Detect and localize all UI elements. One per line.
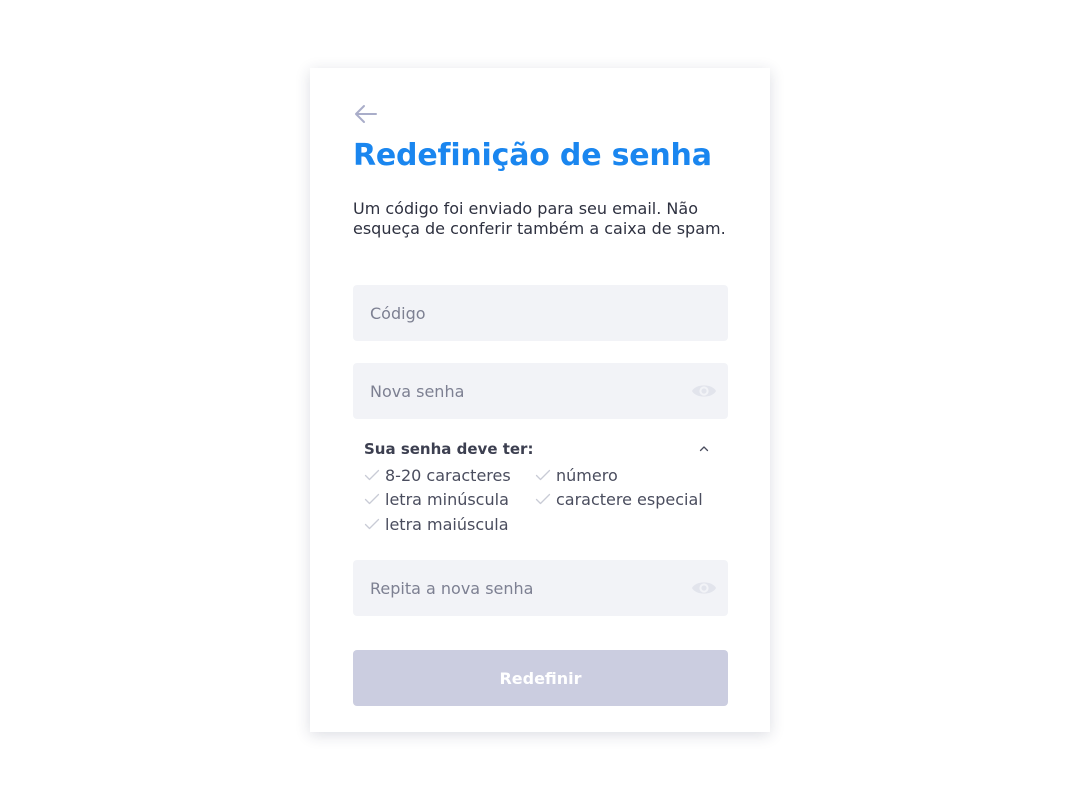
requirement-item: número (535, 466, 618, 486)
description-text: Um código foi enviado para seu email. Nã… (353, 199, 726, 238)
repeat-password-field (353, 560, 728, 616)
check-icon (535, 491, 551, 505)
check-icon (364, 491, 380, 505)
requirements-title: Sua senha deve ter: (364, 440, 534, 458)
requirement-label: número (556, 466, 618, 485)
code-field (353, 285, 728, 341)
requirement-label: caractere especial (556, 490, 703, 509)
chevron-up-icon[interactable] (694, 439, 714, 459)
new-password-input[interactable] (353, 363, 728, 419)
requirement-item: letra maiúscula (364, 515, 509, 535)
code-input[interactable] (353, 285, 728, 341)
requirement-label: 8-20 caracteres (385, 466, 511, 485)
repeat-password-input[interactable] (353, 560, 728, 616)
requirement-label: letra maiúscula (385, 515, 509, 534)
eye-icon[interactable] (691, 379, 717, 403)
password-requirements: Sua senha deve ter: 8-20 caracteres núme… (364, 438, 718, 534)
requirement-item: caractere especial (535, 490, 703, 510)
check-icon (364, 467, 380, 481)
password-reset-card: Redefinição de senha Um código foi envia… (310, 68, 770, 732)
requirement-item: letra minúscula (364, 490, 509, 510)
requirement-item: 8-20 caracteres (364, 466, 511, 486)
check-icon (364, 516, 380, 530)
requirement-label: letra minúscula (385, 490, 509, 509)
page-title: Redefinição de senha (353, 138, 712, 173)
check-icon (535, 467, 551, 481)
reset-button[interactable]: Redefinir (353, 650, 728, 706)
new-password-field (353, 363, 728, 419)
back-arrow-icon[interactable] (353, 102, 379, 126)
eye-icon[interactable] (691, 576, 717, 600)
